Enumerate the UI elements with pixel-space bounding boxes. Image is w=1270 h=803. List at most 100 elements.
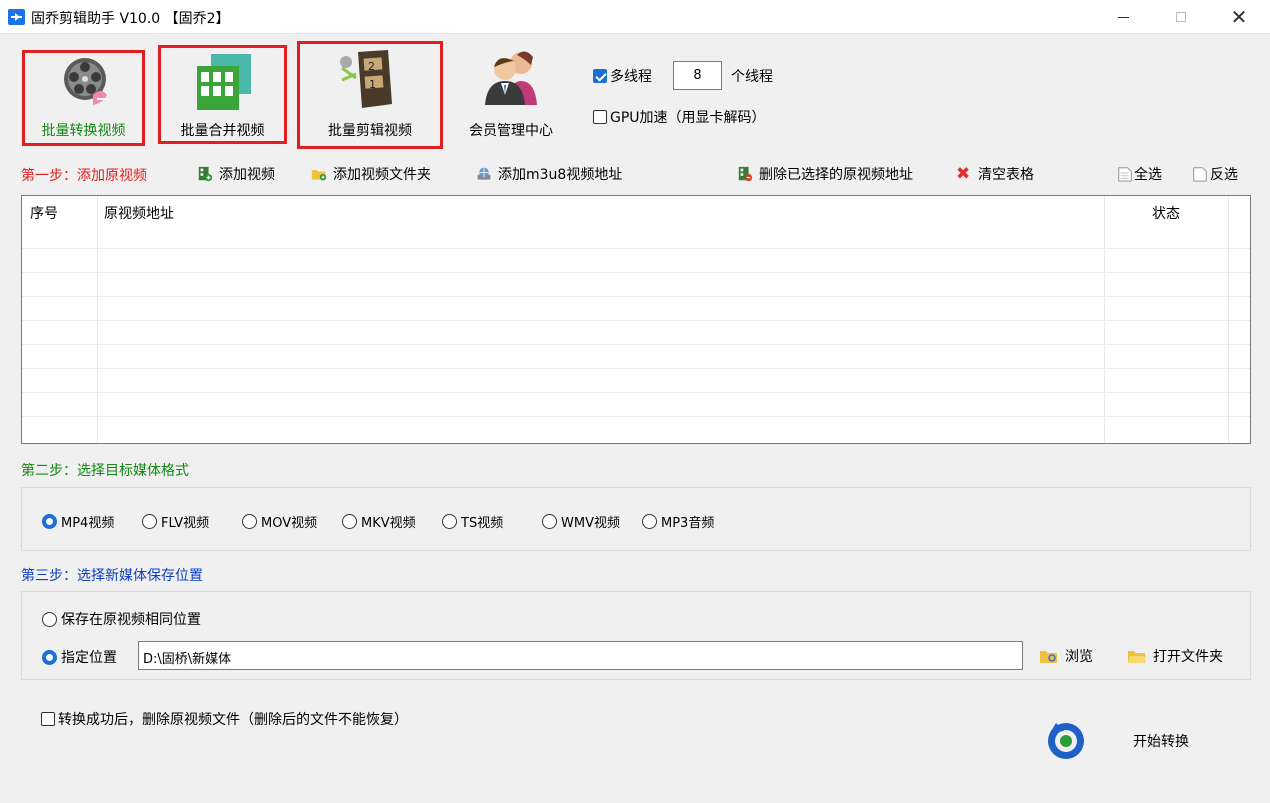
invert-selection-label: 反选 xyxy=(1210,167,1238,183)
format-flv-option[interactable]: FLV视频 xyxy=(142,512,209,531)
add-video-button[interactable]: 添加视频 xyxy=(197,163,275,185)
select-all-button[interactable]: 全选 xyxy=(1117,163,1162,185)
format-flv-radio[interactable] xyxy=(142,514,157,529)
svg-text:1: 1 xyxy=(369,78,376,91)
column-index[interactable]: 序号 xyxy=(30,203,58,223)
row-line xyxy=(22,368,1250,369)
select-all-label: 全选 xyxy=(1134,167,1162,183)
column-status[interactable]: 状态 xyxy=(1152,203,1180,223)
blank-document-icon xyxy=(1193,167,1207,182)
format-wmv-radio[interactable] xyxy=(542,514,557,529)
batch-merge-button[interactable]: 批量合并视频 xyxy=(158,45,287,144)
app-logo-icon xyxy=(8,9,25,25)
add-video-label: 添加视频 xyxy=(219,167,275,183)
add-m3u8-label: 添加m3u8视频地址 xyxy=(498,167,623,183)
title-bar: 固乔剪辑助手 V10.0 【固乔2】 ✕ xyxy=(0,0,1270,34)
thread-count-input[interactable]: 8 xyxy=(673,61,722,90)
table-header: 序号 原视频地址 状态 xyxy=(22,196,1250,226)
format-mp3-option[interactable]: MP3音频 xyxy=(642,512,714,531)
format-ts-radio[interactable] xyxy=(442,514,457,529)
same-location-option[interactable]: 保存在原视频相同位置 xyxy=(42,609,201,629)
format-mp4-label: MP4视频 xyxy=(61,516,115,531)
start-convert-label: 开始转换 xyxy=(1133,734,1189,750)
close-button[interactable]: ✕ xyxy=(1210,0,1268,34)
format-wmv-option[interactable]: WMV视频 xyxy=(542,512,620,531)
format-mov-radio[interactable] xyxy=(242,514,257,529)
delete-after-option[interactable]: 转换成功后，删除原视频文件（删除后的文件不能恢复） xyxy=(41,709,408,729)
batch-edit-label: 批量剪辑视频 xyxy=(328,123,412,139)
custom-location-option[interactable]: 指定位置 xyxy=(42,647,117,667)
format-mp4-option[interactable]: MP4视频 xyxy=(42,512,114,531)
format-ts-option[interactable]: TS视频 xyxy=(442,512,503,531)
open-folder-icon xyxy=(1128,651,1146,663)
video-table[interactable]: 序号 原视频地址 状态 xyxy=(21,195,1251,444)
start-convert-button[interactable]: 开始转换 xyxy=(1040,715,1210,763)
format-mkv-option[interactable]: MKV视频 xyxy=(342,512,416,531)
thread-count-suffix: 个线程 xyxy=(731,69,773,85)
custom-location-radio[interactable] xyxy=(42,649,57,665)
batch-convert-button[interactable]: 批量转换视频 xyxy=(22,50,145,146)
maximize-icon xyxy=(1176,12,1186,22)
maximize-button[interactable] xyxy=(1152,0,1210,34)
step3-label: 第三步：选择新媒体保存位置 xyxy=(21,568,203,584)
batch-convert-label: 批量转换视频 xyxy=(41,123,126,139)
batch-merge-label: 批量合并视频 xyxy=(180,123,265,139)
format-mp3-radio[interactable] xyxy=(642,514,657,529)
users-icon xyxy=(485,51,537,105)
format-mov-option[interactable]: MOV视频 xyxy=(242,512,317,531)
svg-text:2: 2 xyxy=(368,60,375,73)
same-location-radio[interactable] xyxy=(42,611,57,627)
window-title: 固乔剪辑助手 V10.0 【固乔2】 xyxy=(31,11,230,27)
document-icon xyxy=(1118,167,1132,182)
format-flv-label: FLV视频 xyxy=(161,516,210,531)
custom-location-label: 指定位置 xyxy=(61,650,117,666)
row-line xyxy=(22,296,1250,297)
format-mkv-radio[interactable] xyxy=(342,514,357,529)
format-mov-label: MOV视频 xyxy=(261,516,318,531)
row-line xyxy=(22,272,1250,273)
delete-selected-label: 删除已选择的原视频地址 xyxy=(759,167,913,183)
minimize-button[interactable] xyxy=(1094,0,1152,34)
format-wmv-label: WMV视频 xyxy=(561,516,620,531)
browse-folder-icon xyxy=(1040,651,1057,663)
add-folder-icon xyxy=(311,170,327,181)
member-center-button[interactable]: 会员管理中心 xyxy=(455,45,567,145)
batch-edit-button[interactable]: 2 1 批量剪辑视频 xyxy=(297,41,443,149)
delete-video-icon xyxy=(738,166,753,182)
add-folder-button[interactable]: 添加视频文件夹 xyxy=(311,163,431,185)
step1-label: 第一步：添加原视频 xyxy=(21,168,147,184)
red-x-icon: ✖ xyxy=(956,164,971,184)
save-path-input[interactable]: D:\固桥\新媒体 xyxy=(138,641,1023,670)
step2-label: 第二步：选择目标媒体格式 xyxy=(21,463,189,479)
row-line xyxy=(22,392,1250,393)
add-folder-label: 添加视频文件夹 xyxy=(333,167,431,183)
clear-table-button[interactable]: ✖ 清空表格 xyxy=(956,163,1034,185)
format-mp4-radio[interactable] xyxy=(42,514,57,529)
film-strip-icon: 2 1 xyxy=(340,50,392,108)
row-line xyxy=(22,344,1250,345)
add-video-icon xyxy=(198,166,213,182)
refresh-arrow-icon xyxy=(1048,723,1084,759)
add-m3u8-button[interactable]: 添加m3u8视频地址 xyxy=(476,163,622,185)
gpu-checkbox[interactable] xyxy=(593,110,607,124)
film-reel-icon xyxy=(64,58,107,105)
network-globe-icon xyxy=(477,167,491,180)
same-location-label: 保存在原视频相同位置 xyxy=(61,612,201,628)
browse-button[interactable]: 浏览 xyxy=(1039,646,1093,666)
format-ts-label: TS视频 xyxy=(461,516,504,531)
column-source-path[interactable]: 原视频地址 xyxy=(104,203,174,223)
merge-video-icon xyxy=(197,54,251,110)
format-mkv-label: MKV视频 xyxy=(361,516,416,531)
minimize-icon xyxy=(1117,16,1129,18)
invert-selection-button[interactable]: 反选 xyxy=(1192,163,1238,185)
row-line xyxy=(22,248,1250,249)
multithread-label: 多线程 xyxy=(610,69,652,85)
delete-after-checkbox[interactable] xyxy=(41,712,55,726)
gpu-option[interactable]: GPU加速（用显卡解码） xyxy=(593,107,766,127)
delete-selected-button[interactable]: 删除已选择的原视频地址 xyxy=(737,163,913,185)
open-folder-button[interactable]: 打开文件夹 xyxy=(1127,646,1223,666)
multithread-option[interactable]: 多线程 xyxy=(593,66,652,86)
browse-label: 浏览 xyxy=(1065,649,1093,665)
member-center-label: 会员管理中心 xyxy=(469,123,553,139)
multithread-checkbox[interactable] xyxy=(593,69,607,83)
